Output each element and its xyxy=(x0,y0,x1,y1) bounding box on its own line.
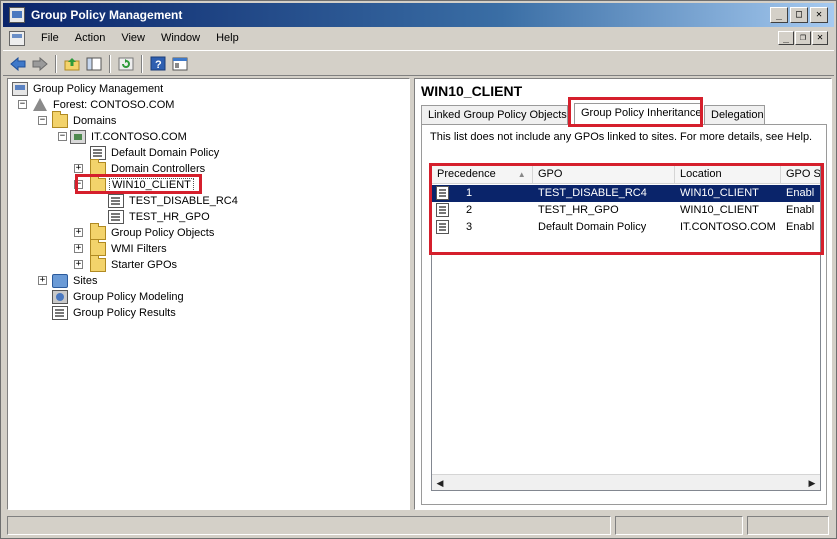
scroll-right-icon[interactable]: ▶ xyxy=(806,477,818,489)
tree-item-wmi-filters[interactable]: WMI Filters xyxy=(90,239,169,257)
tree-item-domain[interactable]: IT.CONTOSO.COM xyxy=(70,129,189,145)
expand-wmi-filters-icon[interactable]: + xyxy=(74,244,83,253)
tab-linked-gpos[interactable]: Linked Group Policy Objects xyxy=(421,105,568,125)
tree-item-default-domain-policy[interactable]: Default Domain Policy xyxy=(90,145,221,161)
collapse-forest-icon[interactable]: − xyxy=(18,100,27,109)
sites-icon xyxy=(52,274,68,288)
menu-help[interactable]: Help xyxy=(208,32,247,44)
filter-folder-icon xyxy=(90,239,106,256)
menu-file[interactable]: File xyxy=(33,32,67,44)
menu-bar: File Action View Window Help _ ❐ ✕ xyxy=(3,28,834,50)
highlight-box-list xyxy=(429,163,824,255)
mdi-close-button[interactable]: ✕ xyxy=(812,31,828,45)
tree-item-group-policy-objects[interactable]: Group Policy Objects xyxy=(90,223,216,241)
properties-icon[interactable] xyxy=(171,55,189,72)
status-cell-2 xyxy=(615,516,743,535)
domain-icon xyxy=(70,130,86,144)
forward-icon[interactable] xyxy=(31,55,49,72)
status-bar xyxy=(3,514,834,536)
application-window: Group Policy Management _ □ ✕ File Actio… xyxy=(0,0,837,539)
tree-item-domains[interactable]: Domains xyxy=(52,111,118,129)
folder-icon xyxy=(90,255,106,272)
console-tree[interactable]: Group Policy Management − Forest: CONTOS… xyxy=(7,78,410,510)
tree-item-gp-modeling[interactable]: Group Policy Modeling xyxy=(52,289,186,305)
gpm-app-icon[interactable] xyxy=(9,7,25,23)
close-button[interactable]: ✕ xyxy=(810,7,828,23)
help-icon[interactable]: ? xyxy=(149,55,167,72)
mdi-restore-button[interactable]: ❐ xyxy=(795,31,811,45)
window-title: Group Policy Management xyxy=(31,8,183,22)
tree-item-gp-results[interactable]: Group Policy Results xyxy=(52,305,178,321)
collapse-domains-icon[interactable]: − xyxy=(38,116,47,125)
status-cell-main xyxy=(7,516,611,535)
highlight-box-tab xyxy=(568,97,703,127)
maximize-button[interactable]: □ xyxy=(790,7,808,23)
gpm-icon xyxy=(12,82,28,96)
scroll-left-icon[interactable]: ◀ xyxy=(434,477,446,489)
gpo-link-icon xyxy=(90,146,106,160)
svg-text:?: ? xyxy=(155,59,162,71)
console-window-icon[interactable] xyxy=(9,31,25,46)
back-icon[interactable] xyxy=(9,55,27,72)
highlight-box-selected-ou xyxy=(75,174,202,194)
details-pane: WIN10_CLIENT Linked Group Policy Objects… xyxy=(414,78,832,510)
tree-item-test-disable-rc4[interactable]: TEST_DISABLE_RC4 xyxy=(108,193,240,209)
expand-gpo-objects-icon[interactable]: + xyxy=(74,228,83,237)
tree-item-starter-gpos[interactable]: Starter GPOs xyxy=(90,255,179,273)
menu-window[interactable]: Window xyxy=(153,32,208,44)
tree-item-gpm-root[interactable]: Group Policy Management xyxy=(12,81,165,97)
tab-delegation[interactable]: Delegation xyxy=(704,105,765,125)
folder-icon xyxy=(52,111,68,128)
tab-content: This list does not include any GPOs link… xyxy=(421,124,827,505)
gpo-link-icon xyxy=(108,210,124,224)
refresh-icon[interactable] xyxy=(117,55,135,72)
details-title: WIN10_CLIENT xyxy=(421,83,523,99)
collapse-domain-icon[interactable]: − xyxy=(58,132,67,141)
forest-icon xyxy=(32,98,48,112)
results-icon xyxy=(52,306,68,320)
show-hide-tree-icon[interactable] xyxy=(85,55,103,72)
status-cell-3 xyxy=(747,516,829,535)
mdi-minimize-button[interactable]: _ xyxy=(778,31,794,45)
menu-view[interactable]: View xyxy=(113,32,153,44)
menu-action[interactable]: Action xyxy=(67,32,114,44)
title-bar[interactable]: Group Policy Management _ □ ✕ xyxy=(3,3,834,27)
gpo-link-icon xyxy=(108,194,124,208)
expand-sites-icon[interactable]: + xyxy=(38,276,47,285)
folder-icon xyxy=(90,223,106,240)
up-folder-icon[interactable] xyxy=(63,55,81,72)
horizontal-scrollbar[interactable]: ◀ ▶ xyxy=(432,474,820,490)
tree-item-sites[interactable]: Sites xyxy=(52,273,99,289)
info-text: This list does not include any GPOs link… xyxy=(430,131,813,143)
minimize-button[interactable]: _ xyxy=(770,7,788,23)
expand-domain-controllers-icon[interactable]: + xyxy=(74,164,83,173)
expand-starter-gpos-icon[interactable]: + xyxy=(74,260,83,269)
tree-item-test-hr-gpo[interactable]: TEST_HR_GPO xyxy=(108,209,212,225)
toolbar: ? xyxy=(3,50,834,76)
modeling-icon xyxy=(52,290,68,304)
